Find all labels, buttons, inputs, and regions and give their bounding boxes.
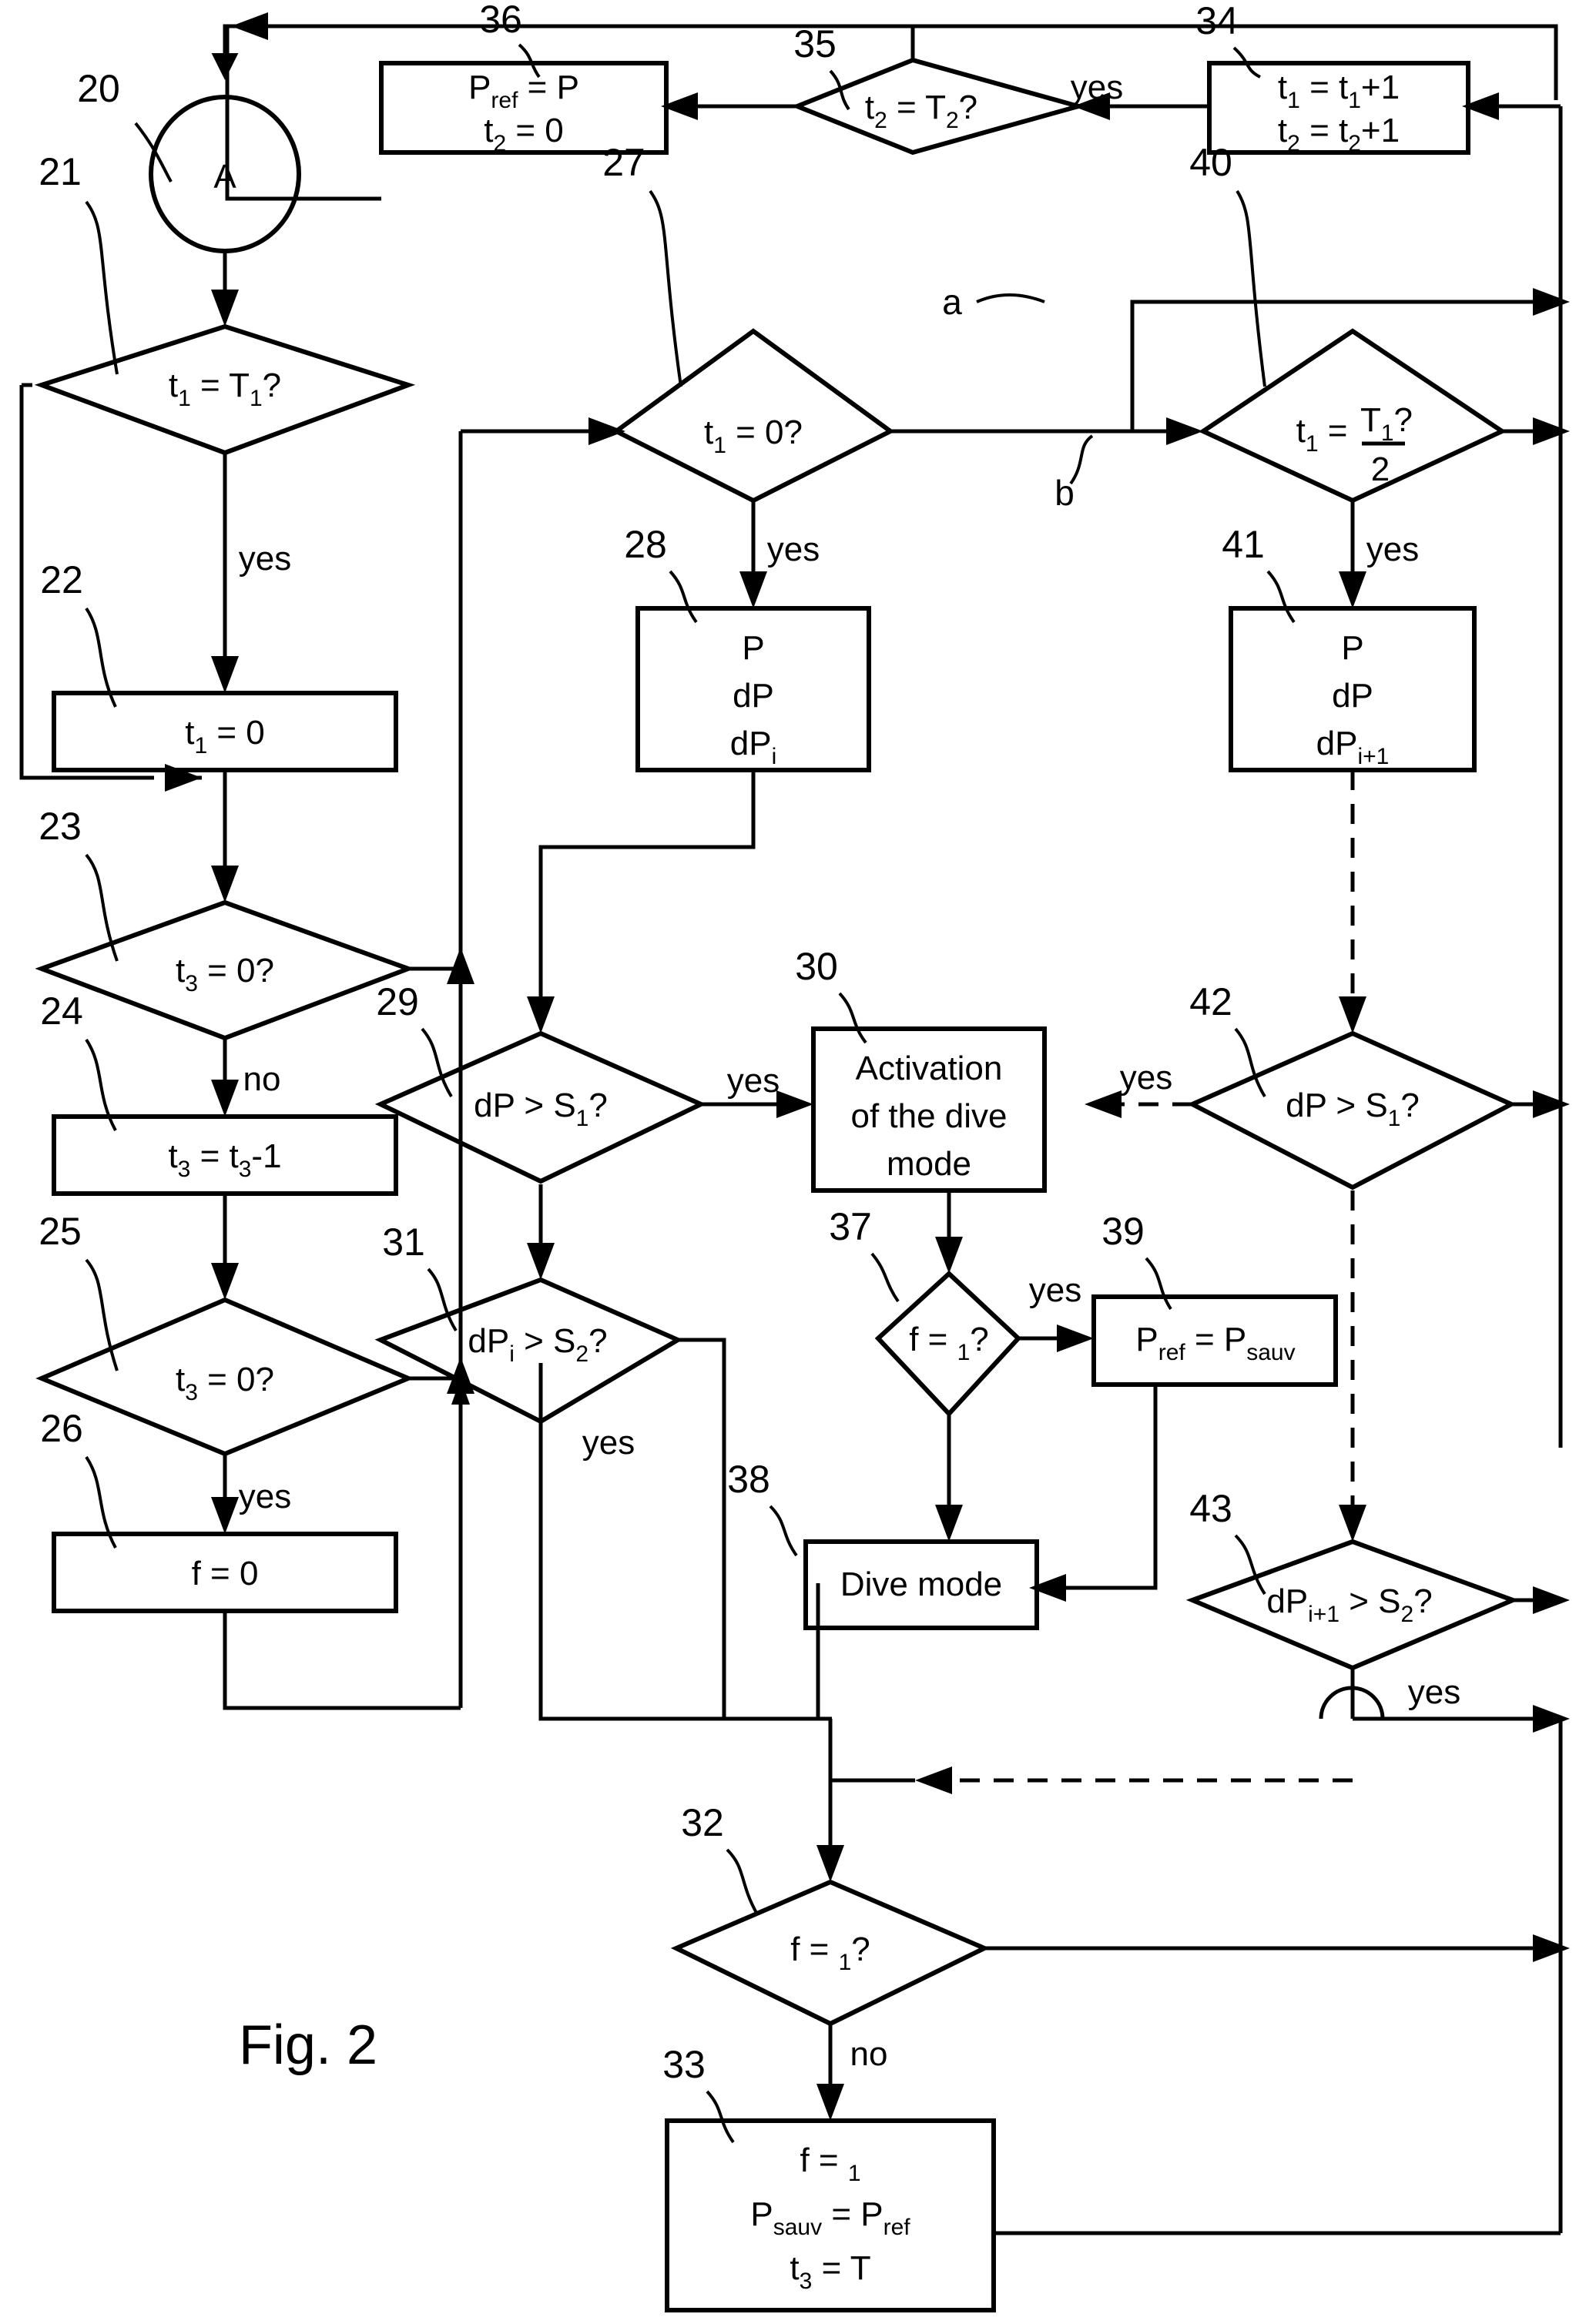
process-41-line-1: P	[1341, 629, 1363, 667]
process-33-line-3: t3 = T	[790, 2249, 870, 2294]
ref-35: 35	[793, 22, 837, 65]
branch-label-a: a	[942, 282, 962, 322]
decision-35-label: t2 = T2?	[865, 89, 977, 133]
leader-40	[1236, 189, 1266, 387]
decision-40	[1198, 328, 1507, 504]
ref-39: 39	[1101, 1210, 1145, 1253]
edge-label-25-yes: yes	[239, 1478, 291, 1515]
ref-34: 34	[1195, 0, 1239, 42]
decision-40-fraction-numerator: T1?	[1360, 401, 1413, 446]
process-22-label: t1 = 0	[185, 714, 265, 758]
ref-22: 22	[40, 558, 83, 601]
decision-25-label: t3 = 0?	[176, 1361, 274, 1405]
leader-branch-b	[1069, 434, 1094, 485]
decision-40-label: t1 =	[1296, 412, 1348, 457]
ref-40: 40	[1189, 141, 1232, 184]
ref-29: 29	[376, 980, 419, 1023]
figure-2-flowchart: A 20 t1 = T1? 21 t1 = 0 22 t3 = 0? 23 t3…	[0, 0, 1596, 2324]
leader-38	[769, 1505, 798, 1557]
decision-42-label: dP > S1?	[1286, 1087, 1420, 1131]
leader-33	[706, 2090, 735, 2144]
ref-38: 38	[727, 1458, 770, 1501]
edge-label-40-yes: yes	[1366, 531, 1419, 568]
edge-label-43-yes: yes	[1408, 1673, 1460, 1711]
leader-27	[649, 189, 682, 387]
leader-28	[669, 570, 698, 624]
process-38-label: Dive mode	[840, 1566, 1002, 1603]
process-34-line-2: t2 = t2+1	[1278, 112, 1400, 156]
ref-27: 27	[602, 141, 645, 184]
ref-28: 28	[624, 523, 667, 566]
decision-21-label: t1 = T1?	[169, 367, 281, 411]
process-26-label: f = 0	[192, 1555, 259, 1592]
connector-node-20-label: A	[213, 158, 236, 196]
ref-42: 42	[1189, 980, 1232, 1023]
process-30-line-3: mode	[887, 1145, 971, 1183]
leader-42	[1234, 1027, 1266, 1098]
edge-label-31-yes: yes	[582, 1424, 635, 1462]
decision-40-fraction-denominator: 2	[1371, 450, 1390, 488]
process-30-line-2: of the dive	[850, 1097, 1007, 1135]
branch-label-b: b	[1054, 473, 1075, 513]
edge-label-23-no: no	[243, 1060, 281, 1098]
ref-36: 36	[479, 0, 522, 41]
leader-branch-a	[976, 293, 1045, 303]
ref-26: 26	[40, 1407, 83, 1450]
process-24-label: t3 = t3-1	[168, 1137, 281, 1182]
process-33-line-1: f = 1	[800, 2141, 860, 2186]
leader-32	[726, 1848, 758, 1914]
edge-label-27-yes: yes	[767, 531, 820, 568]
decision-37-label: f = 1?	[909, 1321, 989, 1365]
ref-21: 21	[39, 150, 82, 193]
ref-25: 25	[39, 1210, 82, 1253]
leader-39	[1145, 1257, 1172, 1311]
edge-label-29-yes: yes	[727, 1062, 780, 1100]
edge-label-21-yes: yes	[239, 540, 291, 578]
process-36-line-2: t2 = 0	[484, 112, 564, 156]
edge-label-32-no: no	[850, 2035, 888, 2073]
leader-30	[838, 992, 867, 1044]
process-28-line-1: P	[742, 629, 764, 667]
process-41-line-3: dPi+1	[1316, 725, 1390, 769]
ref-37: 37	[829, 1205, 872, 1248]
decision-31-label: dPi > S2?	[468, 1322, 607, 1367]
decision-43-label: dPi+1 > S2?	[1266, 1582, 1432, 1627]
leader-37	[870, 1252, 900, 1303]
edge-label-35-yes: yes	[1071, 69, 1123, 106]
ref-33: 33	[662, 2043, 706, 2086]
figure-caption: Fig. 2	[239, 2014, 377, 2076]
process-28-line-3: dPi	[730, 725, 777, 769]
process-34-line-1: t1 = t1+1	[1278, 69, 1400, 113]
process-33-line-2: Psauv = Pref	[750, 2195, 910, 2240]
decision-27-label: t1 = 0?	[704, 414, 803, 458]
ref-20: 20	[77, 67, 120, 110]
flowchart-canvas: A 20 t1 = T1? 21 t1 = 0 22 t3 = 0? 23 t3…	[19, 0, 1570, 2312]
process-41-line-2: dP	[1332, 677, 1373, 715]
edge-label-37-yes: yes	[1029, 1271, 1081, 1309]
ref-24: 24	[40, 990, 83, 1033]
ref-41: 41	[1222, 523, 1265, 566]
decision-32-label: f = 1?	[790, 1931, 870, 1975]
decision-23-label: t3 = 0?	[176, 952, 274, 996]
decision-29-label: dP > S1?	[474, 1087, 608, 1131]
ref-43: 43	[1189, 1487, 1232, 1530]
leader-21	[85, 200, 119, 375]
process-30-line-1: Activation	[856, 1050, 1003, 1087]
process-36-line-1: Pref = P	[468, 69, 579, 113]
ref-23: 23	[39, 805, 82, 848]
ref-31: 31	[382, 1221, 425, 1264]
process-28-line-2: dP	[733, 677, 774, 715]
ref-32: 32	[681, 1801, 724, 1844]
process-39-label: Pref = Psauv	[1135, 1321, 1295, 1365]
edge-label-42-yes: yes	[1120, 1059, 1172, 1097]
leader-41	[1266, 570, 1296, 624]
ref-30: 30	[795, 945, 838, 988]
